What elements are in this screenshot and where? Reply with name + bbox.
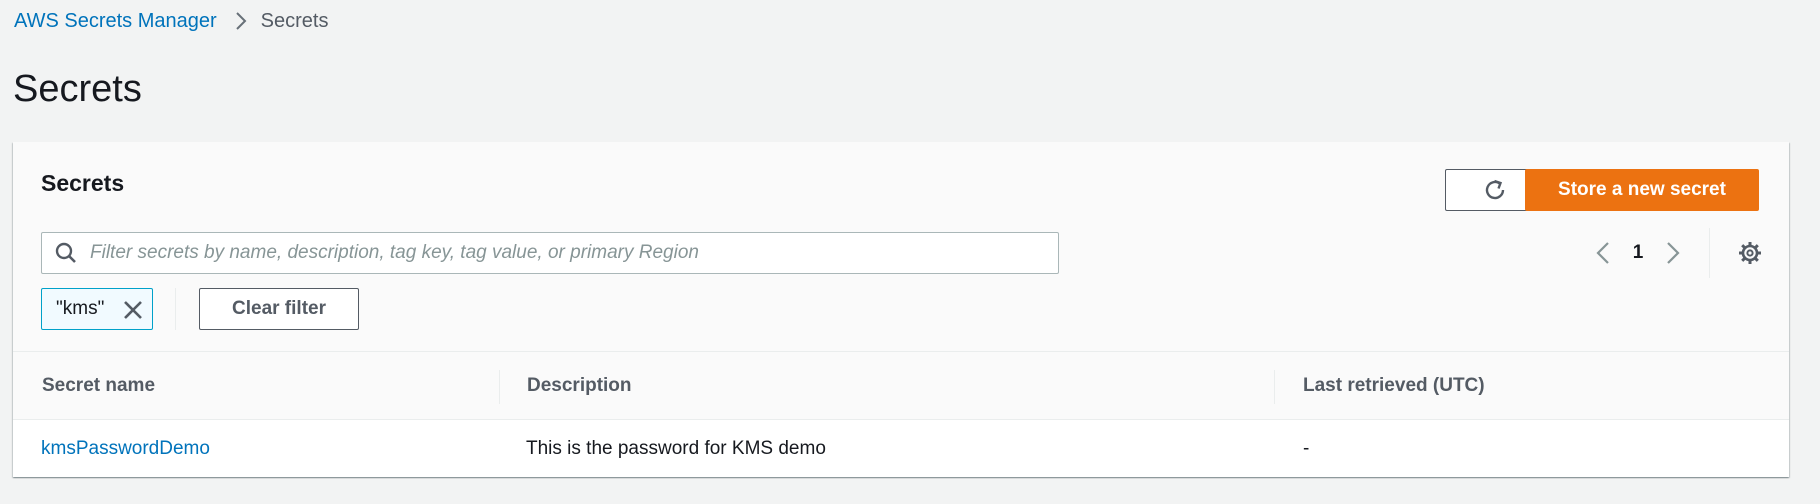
column-separator xyxy=(499,370,500,404)
chevron-right-icon xyxy=(1667,242,1680,264)
search-icon xyxy=(42,233,90,273)
refresh-icon xyxy=(1485,179,1504,200)
close-icon xyxy=(124,301,142,319)
previous-page-button[interactable] xyxy=(1583,232,1623,274)
panel-title: Secrets xyxy=(41,170,125,196)
table-header: Secret name Description Last retrieved (… xyxy=(13,352,1789,420)
token-divider xyxy=(175,288,176,330)
preferences-button[interactable] xyxy=(1733,236,1767,270)
breadcrumb-current: Secrets xyxy=(260,9,329,32)
store-new-secret-button[interactable]: Store a new secret xyxy=(1525,169,1759,211)
chevron-right-icon xyxy=(235,12,247,30)
pagination: 1 xyxy=(1583,232,1693,274)
breadcrumb-link-secrets-manager[interactable]: AWS Secrets Manager xyxy=(14,10,217,33)
pagination-divider xyxy=(1709,228,1710,278)
filter-token-label: "kms" xyxy=(56,298,105,319)
gear-icon xyxy=(1739,242,1761,264)
secrets-panel: Secrets Store a new secret Filter secret… xyxy=(13,142,1789,477)
current-page-number[interactable]: 1 xyxy=(1623,242,1653,264)
search-box xyxy=(41,232,1059,274)
column-header-last-retrieved[interactable]: Last retrieved (UTC) xyxy=(1303,352,1485,420)
secret-name-link[interactable]: kmsPasswordDemo xyxy=(41,420,210,477)
table-row: kmsPasswordDemo This is the password for… xyxy=(13,420,1789,477)
search-input[interactable] xyxy=(90,242,1030,264)
column-header-description[interactable]: Description xyxy=(527,352,632,420)
page-title: Secrets xyxy=(13,68,142,110)
chevron-left-icon xyxy=(1596,242,1609,264)
remove-filter-button[interactable] xyxy=(120,297,146,323)
next-page-button[interactable] xyxy=(1653,232,1693,274)
filter-token: "kms" xyxy=(41,288,153,330)
column-header-secret-name[interactable]: Secret name xyxy=(42,352,155,420)
breadcrumb: AWS Secrets Manager Secrets xyxy=(14,9,328,33)
column-separator xyxy=(1274,370,1275,404)
secret-last-retrieved: - xyxy=(1303,437,1310,459)
clear-filter-button[interactable]: Clear filter xyxy=(199,288,359,330)
secret-description: This is the password for KMS demo xyxy=(526,437,826,459)
panel-header: Secrets Store a new secret Filter secret… xyxy=(13,142,1789,352)
